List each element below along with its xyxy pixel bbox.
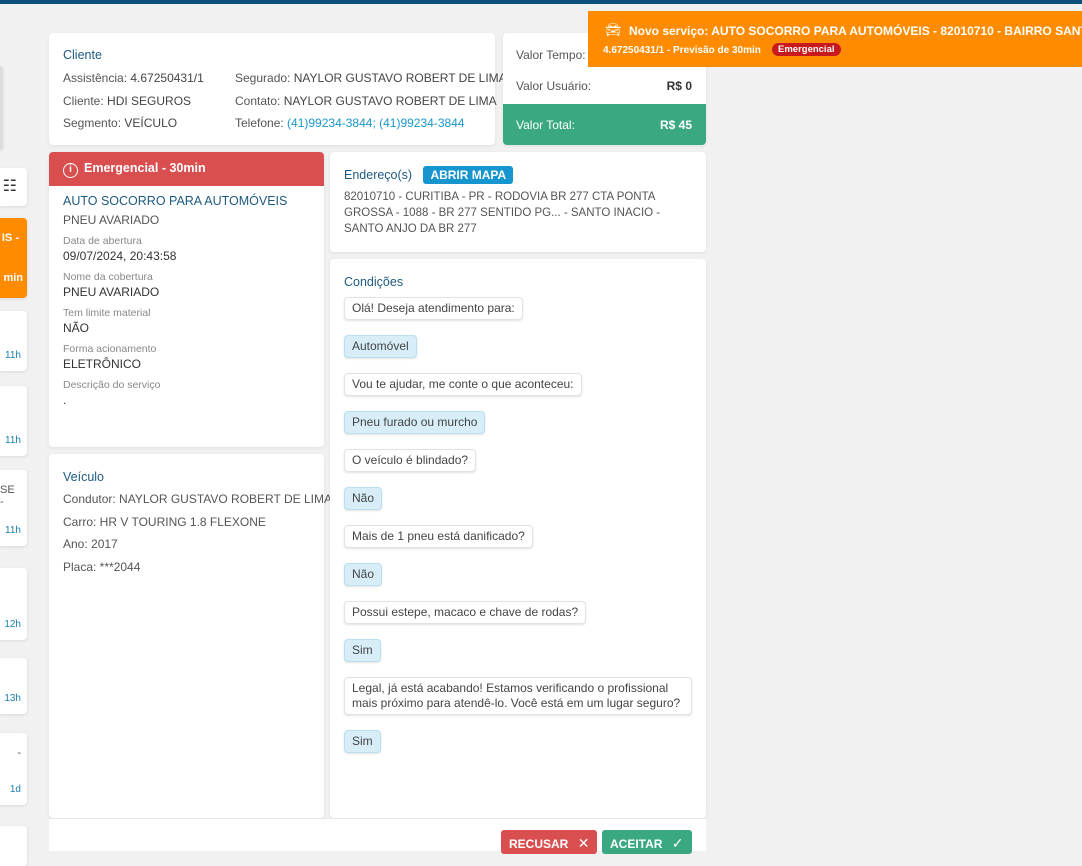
address-card: Endereço(s) ABRIR MAPA 82010710 - CURITI… bbox=[330, 152, 706, 252]
field-value: . bbox=[63, 393, 67, 407]
filter-icon: ☷ bbox=[2, 178, 17, 195]
answer-bubble: Automóvel bbox=[344, 335, 417, 358]
field-label: Nome da cobertura bbox=[63, 271, 153, 283]
emergency-badge: Emergencial bbox=[772, 43, 841, 56]
service-card[interactable]: -1d bbox=[0, 733, 27, 805]
service-card[interactable] bbox=[0, 826, 27, 866]
question-bubble: Olá! Deseja atendimento para: bbox=[344, 297, 523, 320]
open-map-button[interactable]: ABRIR MAPA bbox=[423, 166, 514, 184]
car-icon: 🚘︎ bbox=[605, 22, 622, 37]
reject-button[interactable]: RECUSAR ✕ bbox=[501, 830, 598, 854]
total-bar: Valor Total: R$ 45 bbox=[503, 104, 706, 145]
question-bubble: Vou te ajudar, me conte o que aconteceu: bbox=[344, 373, 582, 396]
elapsed-time: 1d bbox=[9, 784, 21, 795]
service-card-active[interactable]: IS - min bbox=[0, 218, 27, 298]
address-text: 82010710 - CURITIBA - PR - RODOVIA BR 27… bbox=[344, 191, 661, 235]
question-bubble: O veículo é blindado? bbox=[344, 449, 477, 472]
service-card[interactable]: SE -11h bbox=[0, 470, 27, 546]
field-label: Data de abertura bbox=[63, 235, 142, 247]
elapsed-time: 12h bbox=[4, 619, 21, 630]
vehicle-card: Veículo Condutor: NAYLOR GUSTAVO ROBERT … bbox=[49, 454, 332, 818]
elapsed-time: 11h bbox=[5, 350, 21, 361]
answer-bubble: Não bbox=[344, 563, 383, 586]
check-icon: ✓ bbox=[671, 835, 684, 851]
service-card[interactable]: 11h bbox=[0, 311, 27, 371]
client-card: Cliente Assistência: 4.67250431/1 Client… bbox=[49, 33, 507, 145]
top-bar bbox=[0, 0, 1082, 4]
service-card: i Emergencial - 30min AUTO SOCORRO PARA A… bbox=[49, 152, 324, 447]
field-value: 09/07/2024, 20:43:58 bbox=[63, 249, 177, 263]
field-label: Descrição do serviço bbox=[63, 379, 161, 391]
elapsed-time: 11h bbox=[5, 525, 21, 536]
answer-bubble: Pneu furado ou murcho bbox=[344, 411, 486, 434]
filter-button[interactable]: ☷ bbox=[0, 168, 27, 206]
info-icon: i bbox=[63, 163, 78, 178]
field-value: NÃO bbox=[63, 321, 90, 335]
answer-bubble: Não bbox=[344, 487, 383, 510]
service-card[interactable]: 11h bbox=[0, 386, 27, 456]
field-value: ELETRÔNICO bbox=[63, 357, 142, 371]
close-icon: ✕ bbox=[577, 835, 590, 851]
sidebar-panel bbox=[0, 66, 3, 150]
answer-bubble: Sim bbox=[344, 639, 381, 662]
accept-button[interactable]: ACEITAR ✓ bbox=[602, 830, 692, 854]
phone-link[interactable]: (41)99234-3844; (41)99234-3844 bbox=[287, 116, 464, 130]
emergency-banner: i Emergencial - 30min bbox=[49, 152, 324, 186]
service-card[interactable]: 12h bbox=[0, 568, 27, 640]
service-title: AUTO SOCORRO PARA AUTOMÓVEIS bbox=[63, 194, 288, 208]
elapsed-time: 11h bbox=[5, 435, 21, 446]
new-service-toast[interactable]: 🚘︎ Novo serviço: AUTO SOCORRO PARA AUTOM… bbox=[588, 11, 1082, 67]
field-label: Forma acionamento bbox=[63, 343, 157, 355]
elapsed-time: 13h bbox=[4, 693, 21, 704]
client-title: Cliente bbox=[63, 48, 102, 62]
service-card[interactable]: 13h bbox=[0, 658, 27, 714]
question-bubble: Legal, já está acabando! Estamos verific… bbox=[344, 677, 692, 715]
field-value: PNEU AVARIADO bbox=[63, 285, 160, 299]
field-label: Tem limite material bbox=[63, 307, 151, 319]
question-bubble: Possui estepe, macaco e chave de rodas? bbox=[344, 601, 587, 624]
answer-bubble: Sim bbox=[344, 730, 381, 753]
question-bubble: Mais de 1 pneu está danificado? bbox=[344, 525, 533, 548]
conditions-card: Condições Olá! Deseja atendimento para: A… bbox=[330, 259, 706, 818]
